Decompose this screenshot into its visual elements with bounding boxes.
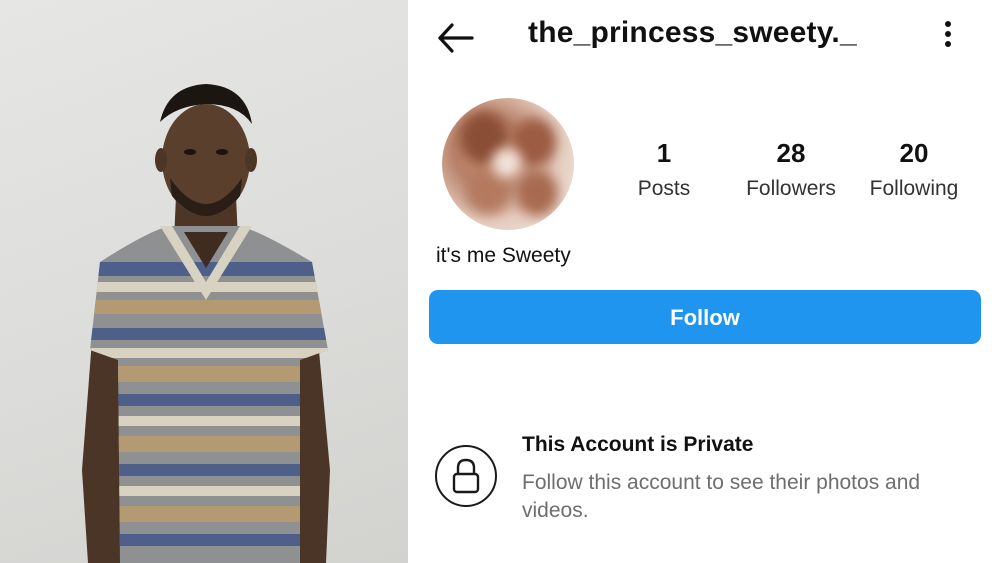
profile-username: the_princess_sweety._	[528, 16, 857, 49]
stat-following[interactable]: 20 Following	[862, 138, 966, 201]
private-account-badge	[435, 445, 497, 507]
person-photo	[0, 0, 408, 563]
follow-button[interactable]: Follow	[429, 290, 981, 344]
profile-avatar[interactable]	[442, 98, 574, 230]
more-options-button[interactable]	[938, 18, 958, 54]
following-label: Following	[869, 177, 959, 200]
stat-posts[interactable]: 1 Posts	[624, 138, 704, 201]
following-count: 20	[899, 138, 929, 168]
person-illustration	[82, 84, 330, 563]
back-button[interactable]	[436, 18, 476, 58]
private-account-title: This Account is Private	[522, 433, 754, 456]
profile-screen: the_princess_sweety._ 1 Posts 28 Followe…	[416, 0, 1000, 563]
arrow-left-icon	[438, 23, 474, 53]
panel-divider	[408, 0, 416, 563]
followers-count: 28	[776, 138, 806, 168]
posts-label: Posts	[637, 177, 691, 200]
private-account-text: Follow this account to see their photos …	[522, 471, 921, 522]
more-vertical-icon	[938, 21, 958, 47]
profile-bio: it's me Sweety	[436, 244, 571, 267]
followers-label: Followers	[746, 177, 836, 200]
stat-followers[interactable]: 28 Followers	[736, 138, 846, 201]
posts-count: 1	[656, 138, 672, 168]
lock-icon	[452, 458, 480, 494]
